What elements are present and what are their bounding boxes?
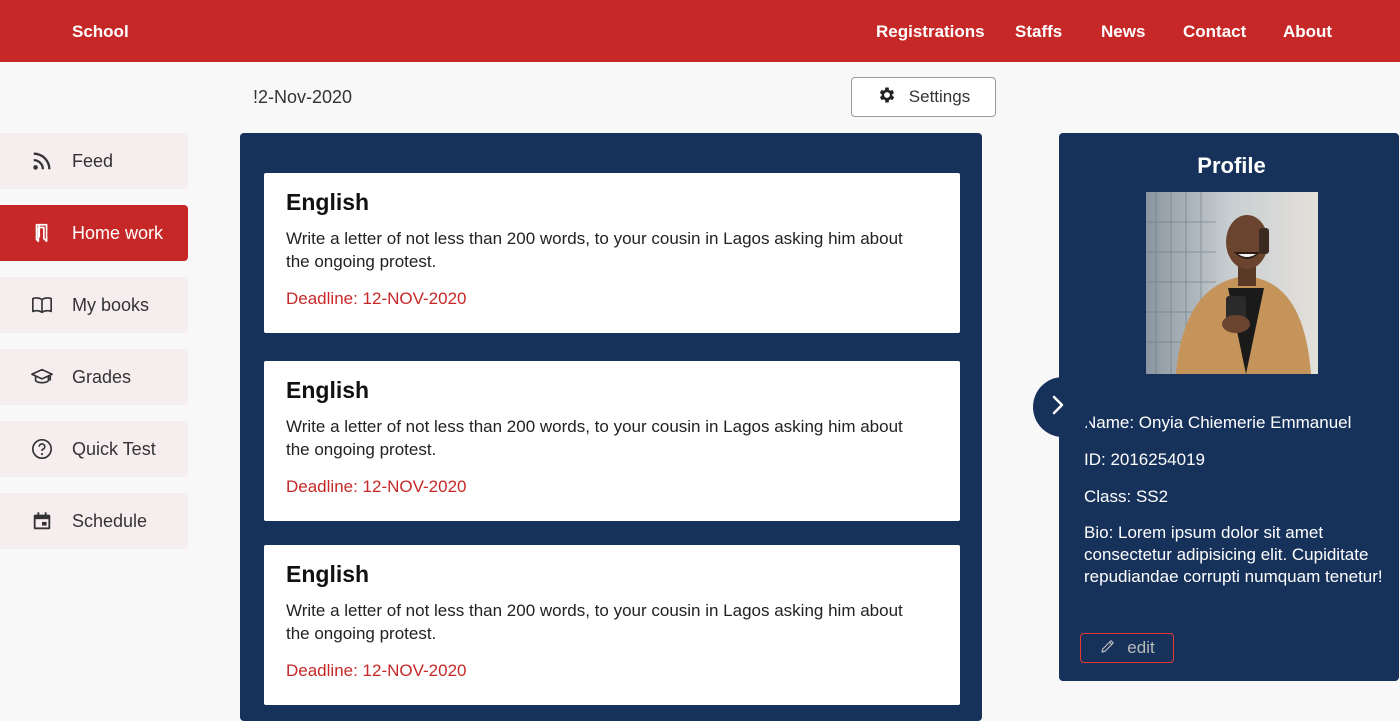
edit-profile-button[interactable]: edit <box>1080 633 1174 663</box>
question-circle-icon <box>31 438 53 460</box>
homework-deadline: Deadline: 12-NOV-2020 <box>286 289 467 308</box>
homework-card[interactable]: English Write a letter of not less than … <box>264 173 960 333</box>
rss-icon <box>31 150 53 172</box>
homework-subject: English <box>286 561 370 587</box>
sidebar-item-label: Home work <box>72 222 164 243</box>
profile-name: Name: Onyia Chiemerie Emmanuel <box>1084 413 1352 432</box>
sidebar-item-schedule[interactable]: Schedule <box>0 493 188 549</box>
homework-deadline: Deadline: 12-NOV-2020 <box>286 477 467 496</box>
sidebar-item-label: Grades <box>72 366 132 387</box>
sidebar-item-my-books[interactable]: My books <box>0 277 188 333</box>
homework-description: Write a letter of not less than 200 word… <box>286 229 903 271</box>
avatar <box>1146 192 1318 374</box>
sidebar-item-label: Schedule <box>72 510 148 531</box>
open-book-icon <box>31 294 53 316</box>
graduation-cap-icon <box>31 366 53 388</box>
homework-panel: English Write a letter of not less than … <box>240 133 982 721</box>
edit-label: edit <box>1127 638 1155 657</box>
current-date: !2-Nov-2020 <box>253 87 353 107</box>
sidebar-item-feed[interactable]: Feed <box>0 133 188 189</box>
settings-button[interactable]: Settings <box>851 77 996 117</box>
sidebar-item-label: My books <box>72 294 150 315</box>
calendar-icon <box>31 510 53 532</box>
homework-deadline: Deadline: 12-NOV-2020 <box>286 661 467 680</box>
homework-description: Write a letter of not less than 200 word… <box>286 601 903 643</box>
collapse-profile-button[interactable] <box>1033 377 1093 437</box>
sidebar-item-grades[interactable]: Grades <box>0 349 188 405</box>
pencil-icon <box>1099 637 1117 660</box>
settings-label: Settings <box>908 87 971 106</box>
chevron-right-icon <box>1052 393 1069 422</box>
profile-title: Profile <box>1197 153 1266 178</box>
sidebar-item-label: Feed <box>72 150 114 171</box>
homework-subject: English <box>286 377 370 403</box>
gear-icon <box>877 85 897 110</box>
sidebar-item-quick-test[interactable]: Quick Test <box>0 421 188 477</box>
profile-bio: Bio: Lorem ipsum dolor sit amet consecte… <box>1084 523 1383 586</box>
profile-panel: Profile Name: Onyia Chiemerie Emmanuel I… <box>1059 133 1399 681</box>
nav-about[interactable]: About <box>1283 22 1332 42</box>
bookmark-book-icon <box>31 222 53 244</box>
nav-registrations[interactable]: Registrations <box>876 22 985 42</box>
brand-logo[interactable]: School <box>72 22 129 42</box>
nav-news[interactable]: News <box>1101 22 1145 42</box>
nav-staffs[interactable]: Staffs <box>1015 22 1062 42</box>
homework-card[interactable]: English Write a letter of not less than … <box>264 361 960 521</box>
homework-description: Write a letter of not less than 200 word… <box>286 417 903 459</box>
profile-id: ID: 2016254019 <box>1084 450 1205 469</box>
homework-card[interactable]: English Write a letter of not less than … <box>264 545 960 705</box>
top-navbar: School Registrations Staffs News Contact… <box>0 0 1400 62</box>
sidebar-item-label: Quick Test <box>72 438 156 459</box>
homework-subject: English <box>286 189 370 215</box>
sidebar-item-homework[interactable]: Home work <box>0 205 188 261</box>
nav-contact[interactable]: Contact <box>1183 22 1246 42</box>
profile-class: Class: SS2 <box>1084 487 1169 506</box>
